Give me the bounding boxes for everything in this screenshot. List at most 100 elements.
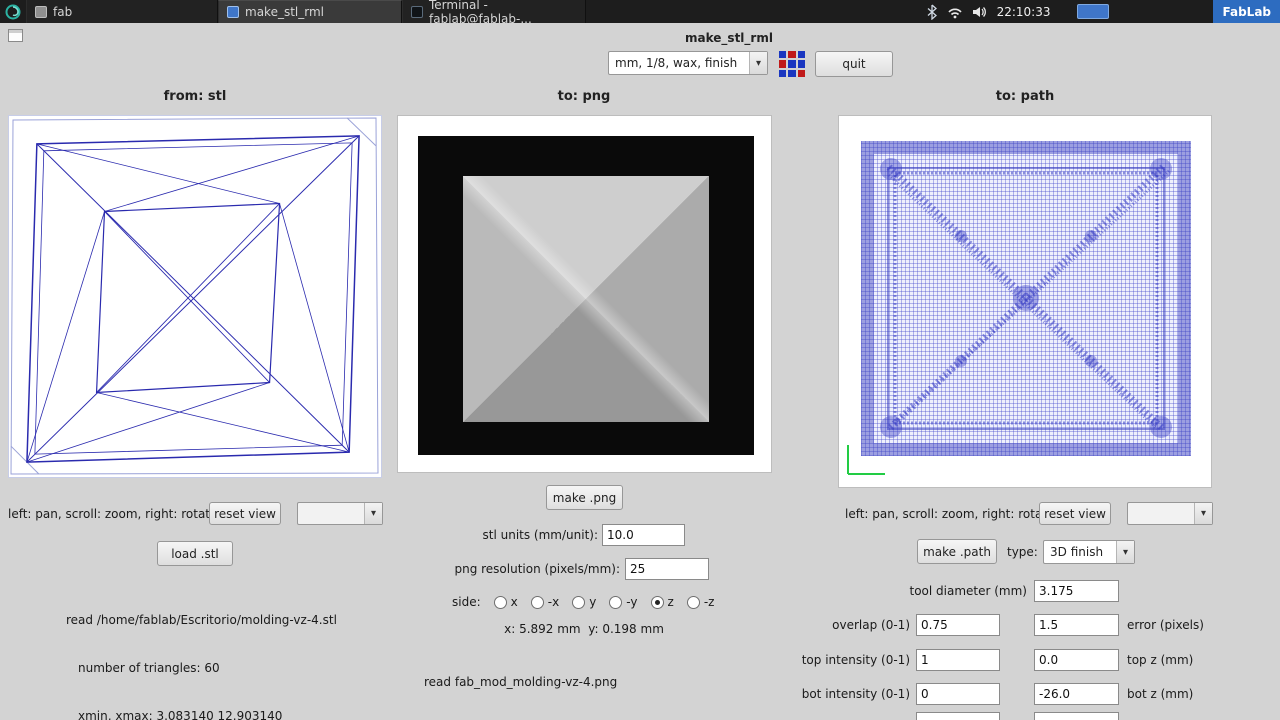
png-resolution-input[interactable] <box>625 558 709 580</box>
bot-intensity-label: bot intensity (0-1) <box>801 687 910 701</box>
png-info: read fab_mod_molding-vz-4.png bit depth:… <box>424 645 794 720</box>
window-icon <box>227 6 239 18</box>
logo-dot <box>797 51 805 59</box>
preset-combo-value: mm, 1/8, wax, finish <box>615 56 738 70</box>
stl-hint: left: pan, scroll: zoom, right: rotate <box>8 507 218 521</box>
fablab-badge: FabLab <box>1213 0 1280 23</box>
side-radio-group: side: x -x y -y z -z <box>452 595 714 609</box>
chevron-down-icon: ▾ <box>749 52 767 74</box>
type-label: type: <box>1007 545 1038 559</box>
tool-diameter-input[interactable] <box>1034 580 1119 602</box>
stl-wireframe <box>10 117 379 475</box>
path-view-combo-value <box>1128 503 1194 524</box>
logo-dot <box>779 60 787 68</box>
make-png-button[interactable]: make .png <box>546 485 623 510</box>
load-stl-button[interactable]: load .stl <box>157 541 233 566</box>
side-option-negz[interactable]: -z <box>686 595 715 609</box>
top-intensity-input[interactable] <box>916 649 1000 671</box>
logo-dot <box>779 69 787 77</box>
chevron-down-icon: ▾ <box>1116 541 1134 563</box>
stl-units-label: stl units (mm/unit): <box>482 528 599 542</box>
side-radio-y[interactable] <box>572 595 586 609</box>
clock: 22:10:33 <box>996 4 1051 19</box>
png-heightmap <box>463 176 709 422</box>
path-type-combo[interactable]: 3D finish ▾ <box>1043 540 1135 564</box>
png-viewport[interactable] <box>397 115 772 473</box>
side-option-negx[interactable]: -x <box>530 595 560 609</box>
side-option-y[interactable]: y <box>572 595 596 609</box>
make-path-button[interactable]: make .path <box>917 539 997 564</box>
toolpath-pattern <box>861 141 1191 456</box>
side-radio-z[interactable] <box>650 595 664 609</box>
error-input[interactable] <box>1034 614 1119 636</box>
png-resolution-label: png resolution (pixels/mm): <box>454 562 620 576</box>
path-hint: left: pan, scroll: zoom, right: rotate <box>845 507 1055 521</box>
side-option-z[interactable]: z <box>650 595 674 609</box>
window-icon <box>35 5 47 18</box>
png-image-background <box>418 136 754 455</box>
tray-spacer <box>1118 11 1204 12</box>
logo-dot <box>797 60 805 68</box>
cutoff-input-left[interactable] <box>916 712 1000 720</box>
side-radio-negz[interactable] <box>686 595 700 609</box>
top-z-input[interactable] <box>1034 649 1119 671</box>
logo-dot <box>788 69 796 77</box>
taskbar-window-label: Terminal - fablab@fablab-... <box>429 0 532 26</box>
side-option-label: x <box>510 595 518 609</box>
bot-intensity-input[interactable] <box>916 683 1000 705</box>
cutoff-input-right[interactable] <box>1034 712 1119 720</box>
top-z-label: top z (mm) <box>1127 653 1194 667</box>
workspace-switcher[interactable] <box>1077 4 1110 19</box>
taskbar-window-fab[interactable]: fab <box>26 0 218 23</box>
logo-dot <box>779 51 787 59</box>
side-option-x[interactable]: x <box>493 595 518 609</box>
stl-info-line: xmin, xmax: 3.083140 12.903140 <box>78 709 283 720</box>
top-intensity-label: top intensity (0-1) <box>801 653 910 667</box>
png-heading: to: png <box>557 89 611 104</box>
path-reset-view-button[interactable]: reset view <box>1039 502 1111 525</box>
stl-heading: from: stl <box>163 89 227 104</box>
taskbar-tray: 22:10:33 FabLab <box>926 0 1280 23</box>
cursor-readout: x: 5.892 mm y: 0.198 mm <box>504 622 664 636</box>
fab-modules-logo-icon <box>779 51 805 77</box>
side-option-label: y <box>589 595 597 609</box>
terminal-icon <box>411 5 423 18</box>
bot-z-input[interactable] <box>1034 683 1119 705</box>
taskbar: fab make_stl_rml Terminal - fablab@fabla… <box>0 0 1280 26</box>
taskbar-window-make-stl-rml[interactable]: make_stl_rml <box>218 0 402 23</box>
path-heading: to: path <box>995 89 1055 104</box>
side-option-negy[interactable]: -y <box>609 595 638 609</box>
preset-combo[interactable]: mm, 1/8, wax, finish ▾ <box>608 51 768 75</box>
stl-reset-view-button[interactable]: reset view <box>209 502 281 525</box>
overlap-input[interactable] <box>916 614 1000 636</box>
side-option-label: -x <box>547 595 560 609</box>
path-viewport[interactable] <box>838 115 1212 488</box>
app-menu-icon[interactable] <box>0 0 26 23</box>
error-label: error (pixels) <box>1127 618 1204 632</box>
side-radio-x[interactable] <box>493 595 507 609</box>
stl-view-combo[interactable]: ▾ <box>297 502 383 525</box>
wifi-icon[interactable] <box>947 5 963 19</box>
stl-info: read /home/fablab/Escritorio/molding-vz-… <box>66 580 337 720</box>
quit-button[interactable]: quit <box>815 51 893 77</box>
path-view-combo[interactable]: ▾ <box>1127 502 1213 525</box>
stl-info-line: read /home/fablab/Escritorio/molding-vz-… <box>66 613 337 627</box>
axis-indicator-icon <box>847 445 885 475</box>
stl-viewport[interactable] <box>8 115 382 478</box>
side-radio-negy[interactable] <box>609 595 623 609</box>
overlap-label: overlap (0-1) <box>832 618 910 632</box>
taskbar-window-terminal[interactable]: Terminal - fablab@fablab-... <box>402 0 586 26</box>
stl-view-combo-value <box>298 503 364 524</box>
window-restore-icon[interactable] <box>8 29 23 42</box>
side-option-label: -y <box>626 595 638 609</box>
png-info-line: read fab_mod_molding-vz-4.png <box>424 675 618 689</box>
side-radio-negx[interactable] <box>530 595 544 609</box>
page-title: make_stl_rml <box>685 31 773 45</box>
logo-dot <box>797 69 805 77</box>
side-label: side: <box>452 595 481 609</box>
bot-z-label: bot z (mm) <box>1127 687 1194 701</box>
volume-icon[interactable] <box>972 5 988 19</box>
stl-units-input[interactable] <box>602 524 685 546</box>
bluetooth-icon[interactable] <box>926 4 938 20</box>
side-option-label: -z <box>703 595 715 609</box>
